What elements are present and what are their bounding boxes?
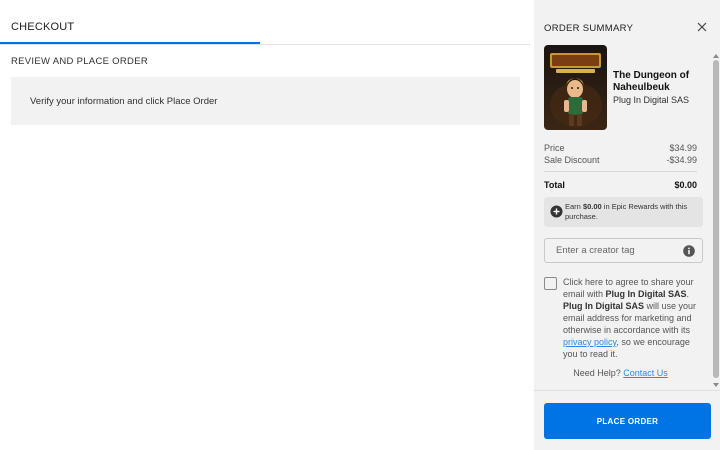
price-value: $34.99 (669, 143, 697, 153)
tab-checkout[interactable]: CHECKOUT (11, 21, 74, 33)
order-summary-title: ORDER SUMMARY (544, 23, 634, 34)
game-cover-image (544, 45, 607, 130)
checkout-panel: CHECKOUT REVIEW AND PLACE ORDER Verify y… (0, 0, 534, 450)
discount-row: Sale Discount -$34.99 (544, 155, 697, 165)
rewards-text: Earn $0.00 in Epic Rewards with this pur… (565, 202, 688, 221)
info-message: Verify your information and click Place … (30, 96, 218, 107)
footer-divider (534, 390, 720, 391)
discount-label: Sale Discount (544, 155, 600, 165)
total-value: $0.00 (674, 180, 697, 190)
section-title: REVIEW AND PLACE ORDER (11, 56, 148, 67)
scroll-up-arrow[interactable] (713, 54, 719, 58)
plus-circle-icon (550, 205, 563, 218)
summary-scrollbar[interactable] (712, 54, 720, 388)
info-box: Verify your information and click Place … (11, 77, 520, 125)
checkout-tabbar: CHECKOUT (0, 0, 530, 45)
discount-value: -$34.99 (666, 155, 697, 165)
creator-tag-field[interactable] (544, 238, 703, 263)
game-title: The Dungeon of Naheulbeuk (613, 70, 690, 93)
close-button[interactable] (696, 20, 708, 32)
privacy-policy-link[interactable]: privacy policy (563, 337, 616, 347)
scroll-thumb[interactable] (713, 60, 719, 378)
scroll-down-arrow[interactable] (713, 383, 719, 387)
contact-us-link[interactable]: Contact Us (623, 368, 668, 378)
price-row: Price $34.99 (544, 143, 697, 153)
total-row: Total $0.00 (544, 180, 697, 190)
summary-divider (544, 171, 697, 172)
rewards-banner: Earn $0.00 in Epic Rewards with this pur… (544, 197, 703, 227)
consent-text: Click here to agree to share your email … (563, 277, 697, 359)
total-label: Total (544, 180, 565, 190)
order-summary-panel: ORDER SUMMARY The Dungeon of Naheulbeuk … (534, 0, 720, 450)
active-tab-indicator (0, 42, 260, 44)
help-line: Need Help? Contact Us (573, 368, 668, 378)
game-publisher: Plug In Digital SAS (613, 95, 690, 105)
close-icon (697, 22, 707, 32)
share-email-checkbox[interactable] (544, 277, 557, 290)
creator-tag-input[interactable] (545, 239, 675, 262)
place-order-button[interactable]: PLACE ORDER (544, 403, 711, 439)
info-icon[interactable] (683, 245, 695, 257)
rewards-amount: $0.00 (582, 202, 602, 211)
price-label: Price (544, 143, 565, 153)
